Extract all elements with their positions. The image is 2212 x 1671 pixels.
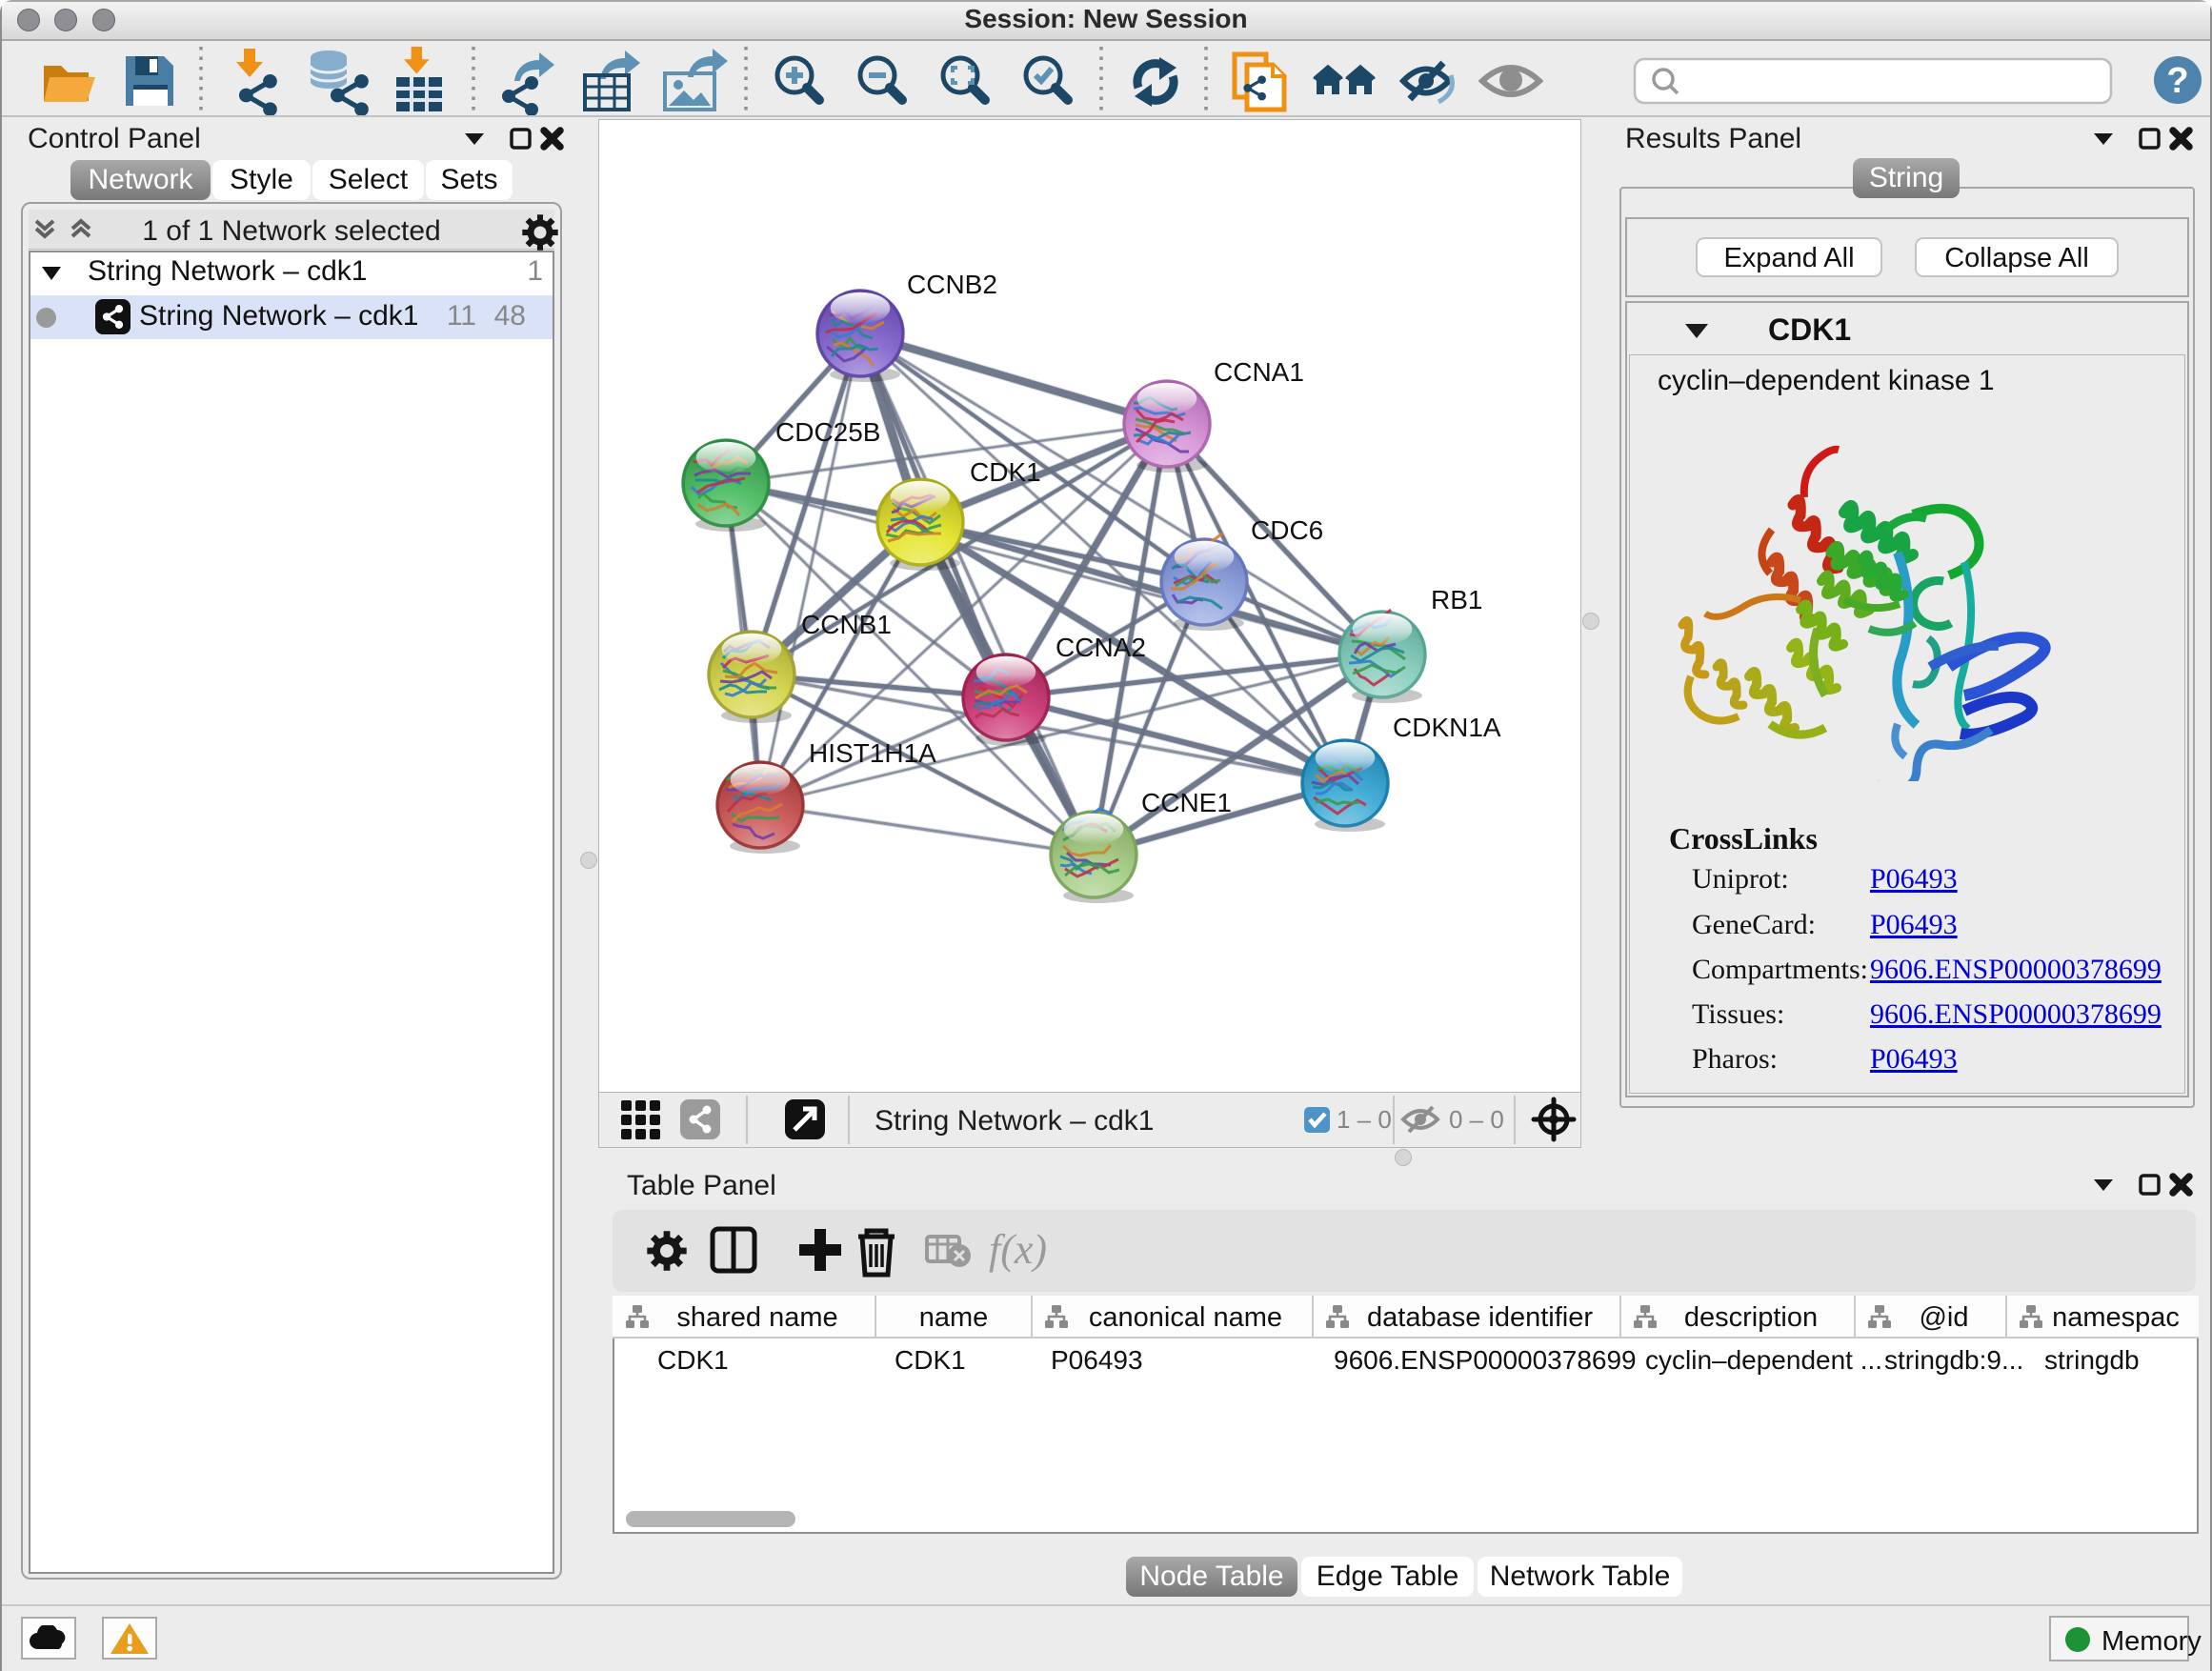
svg-text:@id: @id — [1919, 1302, 1968, 1333]
svg-text:CDK1: CDK1 — [895, 1345, 966, 1375]
svg-text:P06493: P06493 — [1051, 1345, 1143, 1375]
svg-text:String Network – cdk1: String Network – cdk1 — [875, 1105, 1154, 1137]
svg-text:description: description — [1684, 1302, 1818, 1333]
svg-text:1 – 0: 1 – 0 — [1337, 1105, 1392, 1134]
svg-text:?: ? — [2166, 61, 2188, 101]
svg-text:CCNB1: CCNB1 — [801, 610, 892, 639]
svg-text:CCNE1: CCNE1 — [1141, 788, 1232, 817]
svg-text:9606.ENSP00000378699: 9606.ENSP00000378699 — [1334, 1345, 1637, 1375]
svg-text:CCNB2: CCNB2 — [907, 270, 997, 299]
svg-text:CDC25B: CDC25B — [775, 417, 880, 447]
svg-text:CCNA1: CCNA1 — [1214, 357, 1304, 387]
svg-text:RB1: RB1 — [1431, 585, 1482, 614]
svg-text:stringdb: stringdb — [2044, 1345, 2140, 1375]
svg-text:name: name — [919, 1302, 989, 1333]
svg-text:database identifier: database identifier — [1367, 1302, 1593, 1333]
svg-text:CDK1: CDK1 — [970, 457, 1041, 487]
svg-text:CDK1: CDK1 — [657, 1345, 729, 1375]
svg-text:CDC6: CDC6 — [1251, 515, 1323, 545]
svg-text:shared name: shared name — [676, 1302, 837, 1333]
svg-text:stringdb:9...: stringdb:9... — [1884, 1345, 2023, 1375]
svg-text:HIST1H1A: HIST1H1A — [809, 738, 936, 768]
svg-text:f(x): f(x) — [989, 1226, 1047, 1273]
svg-text:cyclin–dependent ...: cyclin–dependent ... — [1645, 1345, 1882, 1375]
svg-text:0 – 0: 0 – 0 — [1449, 1105, 1504, 1134]
svg-text:CDKN1A: CDKN1A — [1393, 713, 1501, 742]
svg-text:canonical name: canonical name — [1089, 1302, 1282, 1333]
svg-text:CCNA2: CCNA2 — [1056, 633, 1146, 662]
svg-text:namespac: namespac — [2052, 1302, 2180, 1333]
